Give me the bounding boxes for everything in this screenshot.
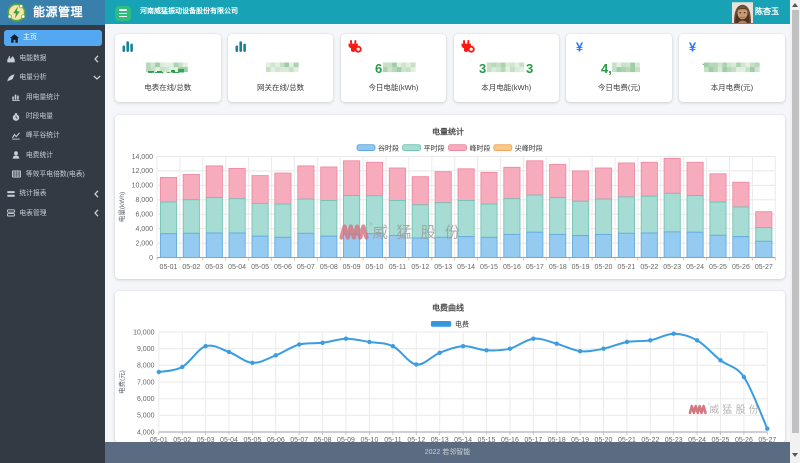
svg-text:05-17: 05-17 xyxy=(526,264,544,271)
svg-text:05-21: 05-21 xyxy=(617,264,635,271)
svg-text:电费(元): 电费(元) xyxy=(117,370,126,394)
svg-text:05-10: 05-10 xyxy=(366,264,384,271)
svg-text:7,000: 7,000 xyxy=(137,379,155,386)
svg-text:8,000: 8,000 xyxy=(137,363,155,370)
svg-text:电费: 电费 xyxy=(455,319,469,328)
svg-text:10,000: 10,000 xyxy=(133,329,155,336)
svg-text:0: 0 xyxy=(149,254,153,261)
svg-text:05-04: 05-04 xyxy=(228,264,246,271)
svg-text:电量统计: 电量统计 xyxy=(432,126,464,136)
svg-text:14,000: 14,000 xyxy=(132,153,154,160)
svg-text:05-12: 05-12 xyxy=(411,264,429,271)
svg-text:05-25: 05-25 xyxy=(709,264,727,271)
svg-text:05-02: 05-02 xyxy=(182,264,200,271)
svg-text:05-19: 05-19 xyxy=(572,264,590,271)
svg-text:05-14: 05-14 xyxy=(457,264,475,271)
svg-text:05-24: 05-24 xyxy=(686,264,704,271)
svg-text:05-20: 05-20 xyxy=(595,264,613,271)
svg-text:05-07: 05-07 xyxy=(297,264,315,271)
svg-text:尖峰时段: 尖峰时段 xyxy=(515,143,543,152)
svg-text:4,000: 4,000 xyxy=(135,225,153,232)
svg-text:3: 3 xyxy=(526,61,533,76)
svg-text:05-26: 05-26 xyxy=(732,264,750,271)
svg-text:05-22: 05-22 xyxy=(640,264,658,271)
svg-text:4,000: 4,000 xyxy=(137,429,155,436)
svg-text:峰时段: 峰时段 xyxy=(470,143,491,152)
svg-text:05-05: 05-05 xyxy=(251,264,269,271)
svg-text:8,000: 8,000 xyxy=(135,197,153,204)
svg-text:05-11: 05-11 xyxy=(389,264,406,271)
svg-text:4,: 4, xyxy=(601,61,612,76)
svg-text:05-23: 05-23 xyxy=(663,264,681,271)
svg-text:平时段: 平时段 xyxy=(424,143,445,152)
svg-text:威猛股份: 威猛股份 xyxy=(709,403,762,416)
svg-text:2,000: 2,000 xyxy=(135,240,153,247)
svg-text:电费曲线: 电费曲线 xyxy=(432,303,464,313)
svg-text:5,000: 5,000 xyxy=(137,413,155,420)
svg-text:谷时段: 谷时段 xyxy=(378,143,399,152)
svg-text:6: 6 xyxy=(375,61,382,76)
svg-text:05-01: 05-01 xyxy=(160,264,178,271)
svg-text:6,000: 6,000 xyxy=(137,396,155,403)
svg-text:电量(kWh): 电量(kWh) xyxy=(117,191,126,221)
svg-text:6,000: 6,000 xyxy=(135,211,153,218)
svg-text:05-03: 05-03 xyxy=(205,264,223,271)
svg-text:05-09: 05-09 xyxy=(343,264,361,271)
svg-text:12,000: 12,000 xyxy=(132,168,154,175)
svg-text:05-08: 05-08 xyxy=(320,264,338,271)
svg-text:05-15: 05-15 xyxy=(480,264,498,271)
svg-text:3: 3 xyxy=(479,61,486,76)
svg-text:05-27: 05-27 xyxy=(755,264,773,271)
svg-text:05-16: 05-16 xyxy=(503,264,521,271)
svg-text:9,000: 9,000 xyxy=(137,346,155,353)
svg-text:10,000: 10,000 xyxy=(132,182,154,189)
svg-text:05-13: 05-13 xyxy=(434,264,452,271)
svg-text:05-18: 05-18 xyxy=(549,264,567,271)
svg-text:威猛股份: 威猛股份 xyxy=(373,223,469,241)
svg-text:05-06: 05-06 xyxy=(274,264,292,271)
